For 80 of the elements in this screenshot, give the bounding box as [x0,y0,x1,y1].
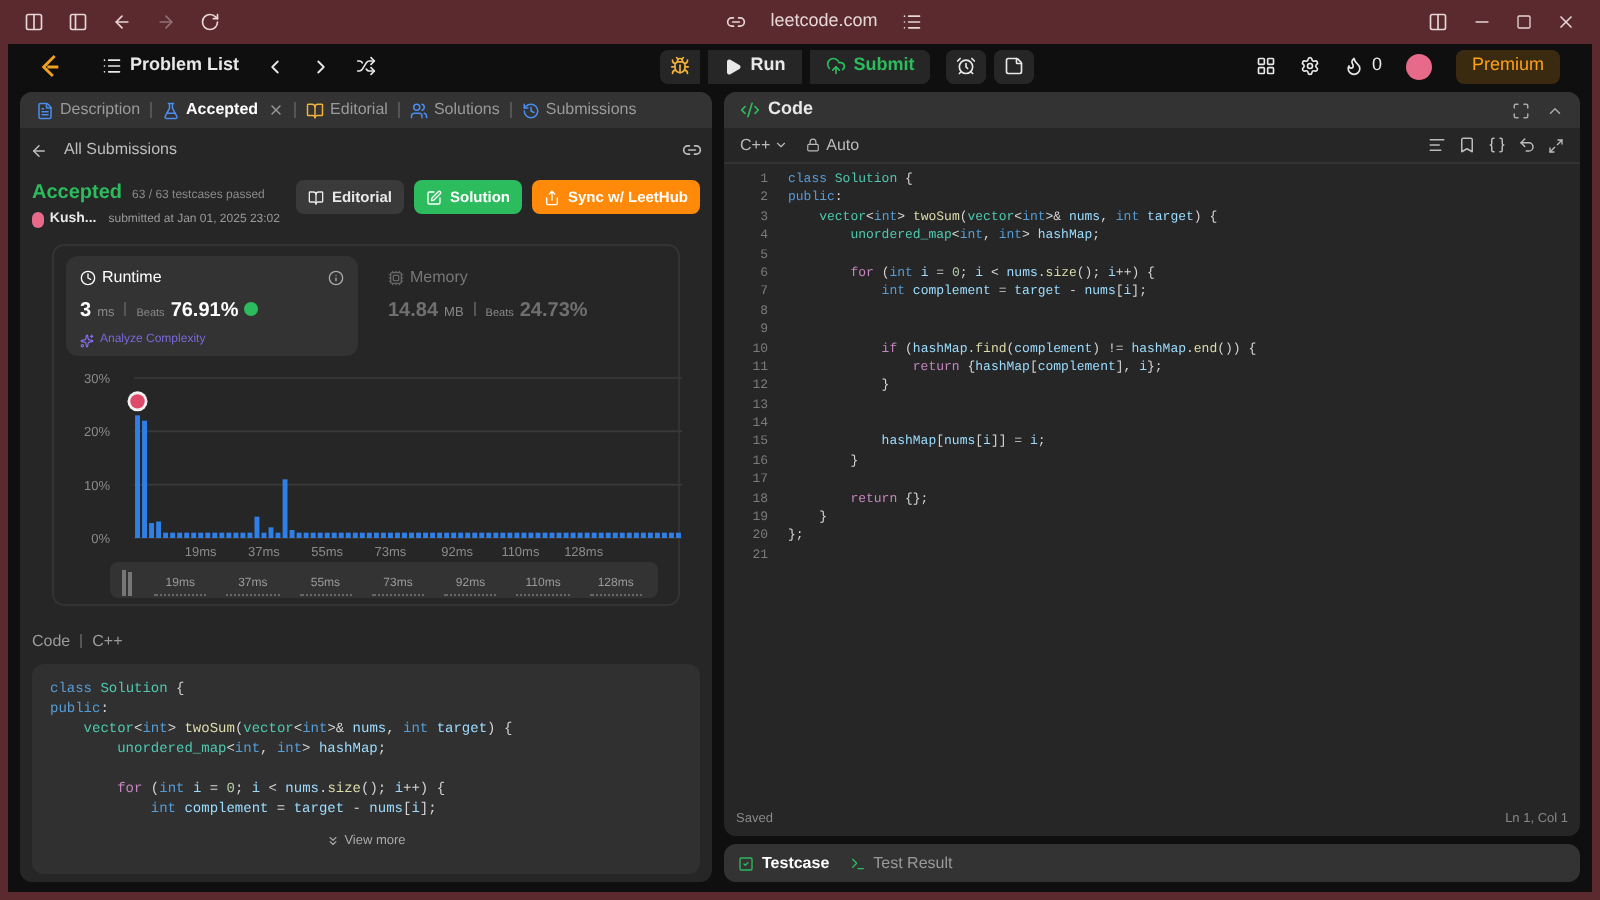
bug-icon [670,56,691,76]
premium-button[interactable]: Premium [1455,49,1560,83]
panel-title: Code [768,96,813,123]
chevron-down-icon [774,138,789,152]
tabs-icon[interactable] [24,12,44,32]
address-bar[interactable]: leetcode.com [770,8,878,36]
reload-icon[interactable] [200,12,220,32]
settings-icon[interactable] [1299,56,1320,76]
link-icon[interactable] [682,140,702,160]
chip-icon [388,269,404,285]
mode-label: Auto [826,133,860,157]
debug-button[interactable] [660,49,701,83]
shuffle-icon[interactable] [355,56,376,76]
grid-icon[interactable] [1255,56,1276,76]
mini-histogram-icon [122,569,134,595]
avatar-marker-icon [127,390,148,411]
language-dropdown[interactable]: C++ [740,133,789,157]
note-icon [1004,56,1025,76]
language-label: C++ [92,629,123,653]
panel-tab[interactable]: Description [36,98,141,122]
document-icon [36,101,54,119]
back-arrow-icon[interactable] [30,141,48,159]
chevrons-down-icon [326,834,341,848]
bookmark-icon[interactable] [1458,136,1476,154]
book-icon [306,101,325,119]
beats-percent: 76.91% [170,297,239,325]
stat-value: 14.84 [388,297,439,325]
people-icon [409,101,428,119]
checkbox-icon [738,855,754,871]
alarm-clock-icon [956,56,977,76]
edit-icon [425,189,442,205]
expand-icon[interactable] [1548,137,1564,153]
code-label: Code [32,629,71,653]
maximize-icon[interactable] [1516,14,1532,30]
history-icon [521,101,540,119]
list-icon [102,56,122,76]
info-icon[interactable] [328,269,344,285]
timer-button[interactable] [946,49,987,83]
console-tab[interactable]: Test Result [849,851,953,875]
stat-title: Memory [410,265,468,289]
code-icon [740,100,760,120]
book-icon [307,189,324,205]
braces-icon[interactable] [1488,136,1506,154]
avatar-icon[interactable] [1405,53,1432,79]
badge-icon [244,301,259,315]
flame-icon[interactable] [1343,56,1364,76]
problem-list-button[interactable]: Problem List [102,52,240,80]
clock-icon [80,269,96,285]
site-info-icon[interactable] [726,12,747,32]
panel-tab[interactable]: Submissions [521,98,637,122]
panel-tab[interactable]: Editorial [306,98,388,122]
submit-button[interactable]: Submit [809,49,931,83]
terminal-icon [849,855,866,871]
upload-icon [825,56,846,76]
play-icon [724,57,743,75]
status-label: Accepted [32,180,123,208]
stat-value: 3 [80,297,92,325]
reset-icon[interactable] [1518,136,1536,154]
avatar-icon [32,212,44,229]
beats-percent: 24.73% [519,297,588,325]
sparkle-icon [80,333,94,347]
panel-tab[interactable]: Solutions [409,98,500,122]
panel-tab[interactable]: Accepted [162,98,259,122]
flask-icon [162,101,181,119]
streak-count: 0 [1371,52,1382,79]
notes-button[interactable] [994,49,1035,83]
share-icon [543,189,560,205]
stat-title: Runtime [102,265,162,289]
back-icon[interactable] [112,12,132,32]
run-button[interactable]: Run [708,49,802,83]
lock-icon [806,138,821,152]
close-icon[interactable] [1556,12,1576,32]
split-view-icon[interactable] [1428,12,1448,32]
fullscreen-icon[interactable] [1512,101,1530,119]
logo-icon[interactable] [40,54,62,78]
console-tab[interactable]: Testcase [738,851,830,875]
all-submissions-link[interactable]: All Submissions [64,138,177,162]
format-icon[interactable] [1428,136,1446,154]
close-tab-icon[interactable] [268,102,285,118]
sidebar-icon[interactable] [68,12,88,32]
